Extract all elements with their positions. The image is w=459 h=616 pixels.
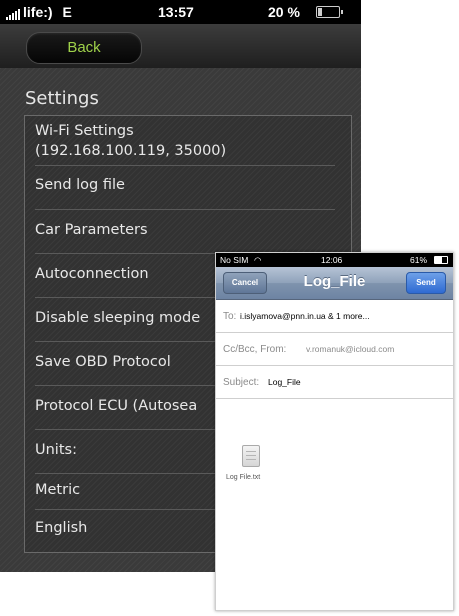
settings-item-car-parameters[interactable]: Car Parameters <box>35 222 148 238</box>
subject-field[interactable]: Subject: Log_File <box>216 366 453 399</box>
settings-item-protocol-ecu[interactable]: Protocol ECU (Autosea <box>35 398 197 414</box>
units-option-english[interactable]: English <box>35 520 87 536</box>
carrier-name: life:) <box>23 4 53 20</box>
attachment-name: Log File.txt <box>226 474 261 481</box>
settings-item-disable-sleeping[interactable]: Disable sleeping mode <box>35 310 200 326</box>
settings-title: Settings <box>25 88 99 109</box>
to-recipients[interactable]: i.islyamova@pnn.in.ua & 1 more... <box>240 311 370 321</box>
to-field[interactable]: To: i.islyamova@pnn.in.ua & 1 more... <box>216 300 453 333</box>
send-button[interactable]: Send <box>406 272 446 294</box>
navigation-bar: Cancel Log_File Send <box>216 267 453 300</box>
document-icon[interactable] <box>242 445 260 467</box>
settings-item-wifi-address[interactable]: (192.168.100.119, 35000) <box>35 143 226 159</box>
divider <box>35 165 335 166</box>
to-label: To: <box>223 311 237 322</box>
battery-icon <box>316 6 343 18</box>
status-bar: No SIM ◠ 12:06 61% <box>216 253 453 267</box>
settings-item-send-log[interactable]: Send log file <box>35 177 125 193</box>
divider <box>35 209 335 210</box>
cc-from-label: Cc/Bcc, From: <box>223 344 287 355</box>
battery-percent: 20 % <box>268 4 300 20</box>
units-option-metric[interactable]: Metric <box>35 482 80 498</box>
mail-compose-screen: No SIM ◠ 12:06 61% Cancel Log_File Send … <box>215 252 454 611</box>
battery-icon <box>434 256 448 264</box>
settings-item-wifi[interactable]: Wi-Fi Settings <box>35 123 134 139</box>
status-time: 12:06 <box>321 255 343 265</box>
network-type: E <box>62 4 72 20</box>
settings-item-autoconnection[interactable]: Autoconnection <box>35 266 149 282</box>
status-time: 13:57 <box>158 4 194 20</box>
subject-value[interactable]: Log_File <box>268 377 301 387</box>
back-button-label: Back <box>67 39 101 56</box>
navigation-bar: Back <box>0 24 361 68</box>
status-bar: life:) E 13:57 20 % <box>0 0 361 24</box>
from-address[interactable]: v.romanuk@icloud.com <box>306 344 394 354</box>
battery-percent: 61% <box>410 255 428 265</box>
cc-from-field[interactable]: Cc/Bcc, From: v.romanuk@icloud.com <box>216 333 453 366</box>
back-button[interactable]: Back <box>26 32 142 64</box>
wifi-icon: ◠ <box>254 255 262 265</box>
carrier-name: No SIM <box>220 255 249 265</box>
settings-units-header: Units: <box>35 442 77 458</box>
signal-icon <box>6 4 21 20</box>
subject-label: Subject: <box>223 377 260 388</box>
settings-item-save-obd[interactable]: Save OBD Protocol <box>35 354 171 370</box>
